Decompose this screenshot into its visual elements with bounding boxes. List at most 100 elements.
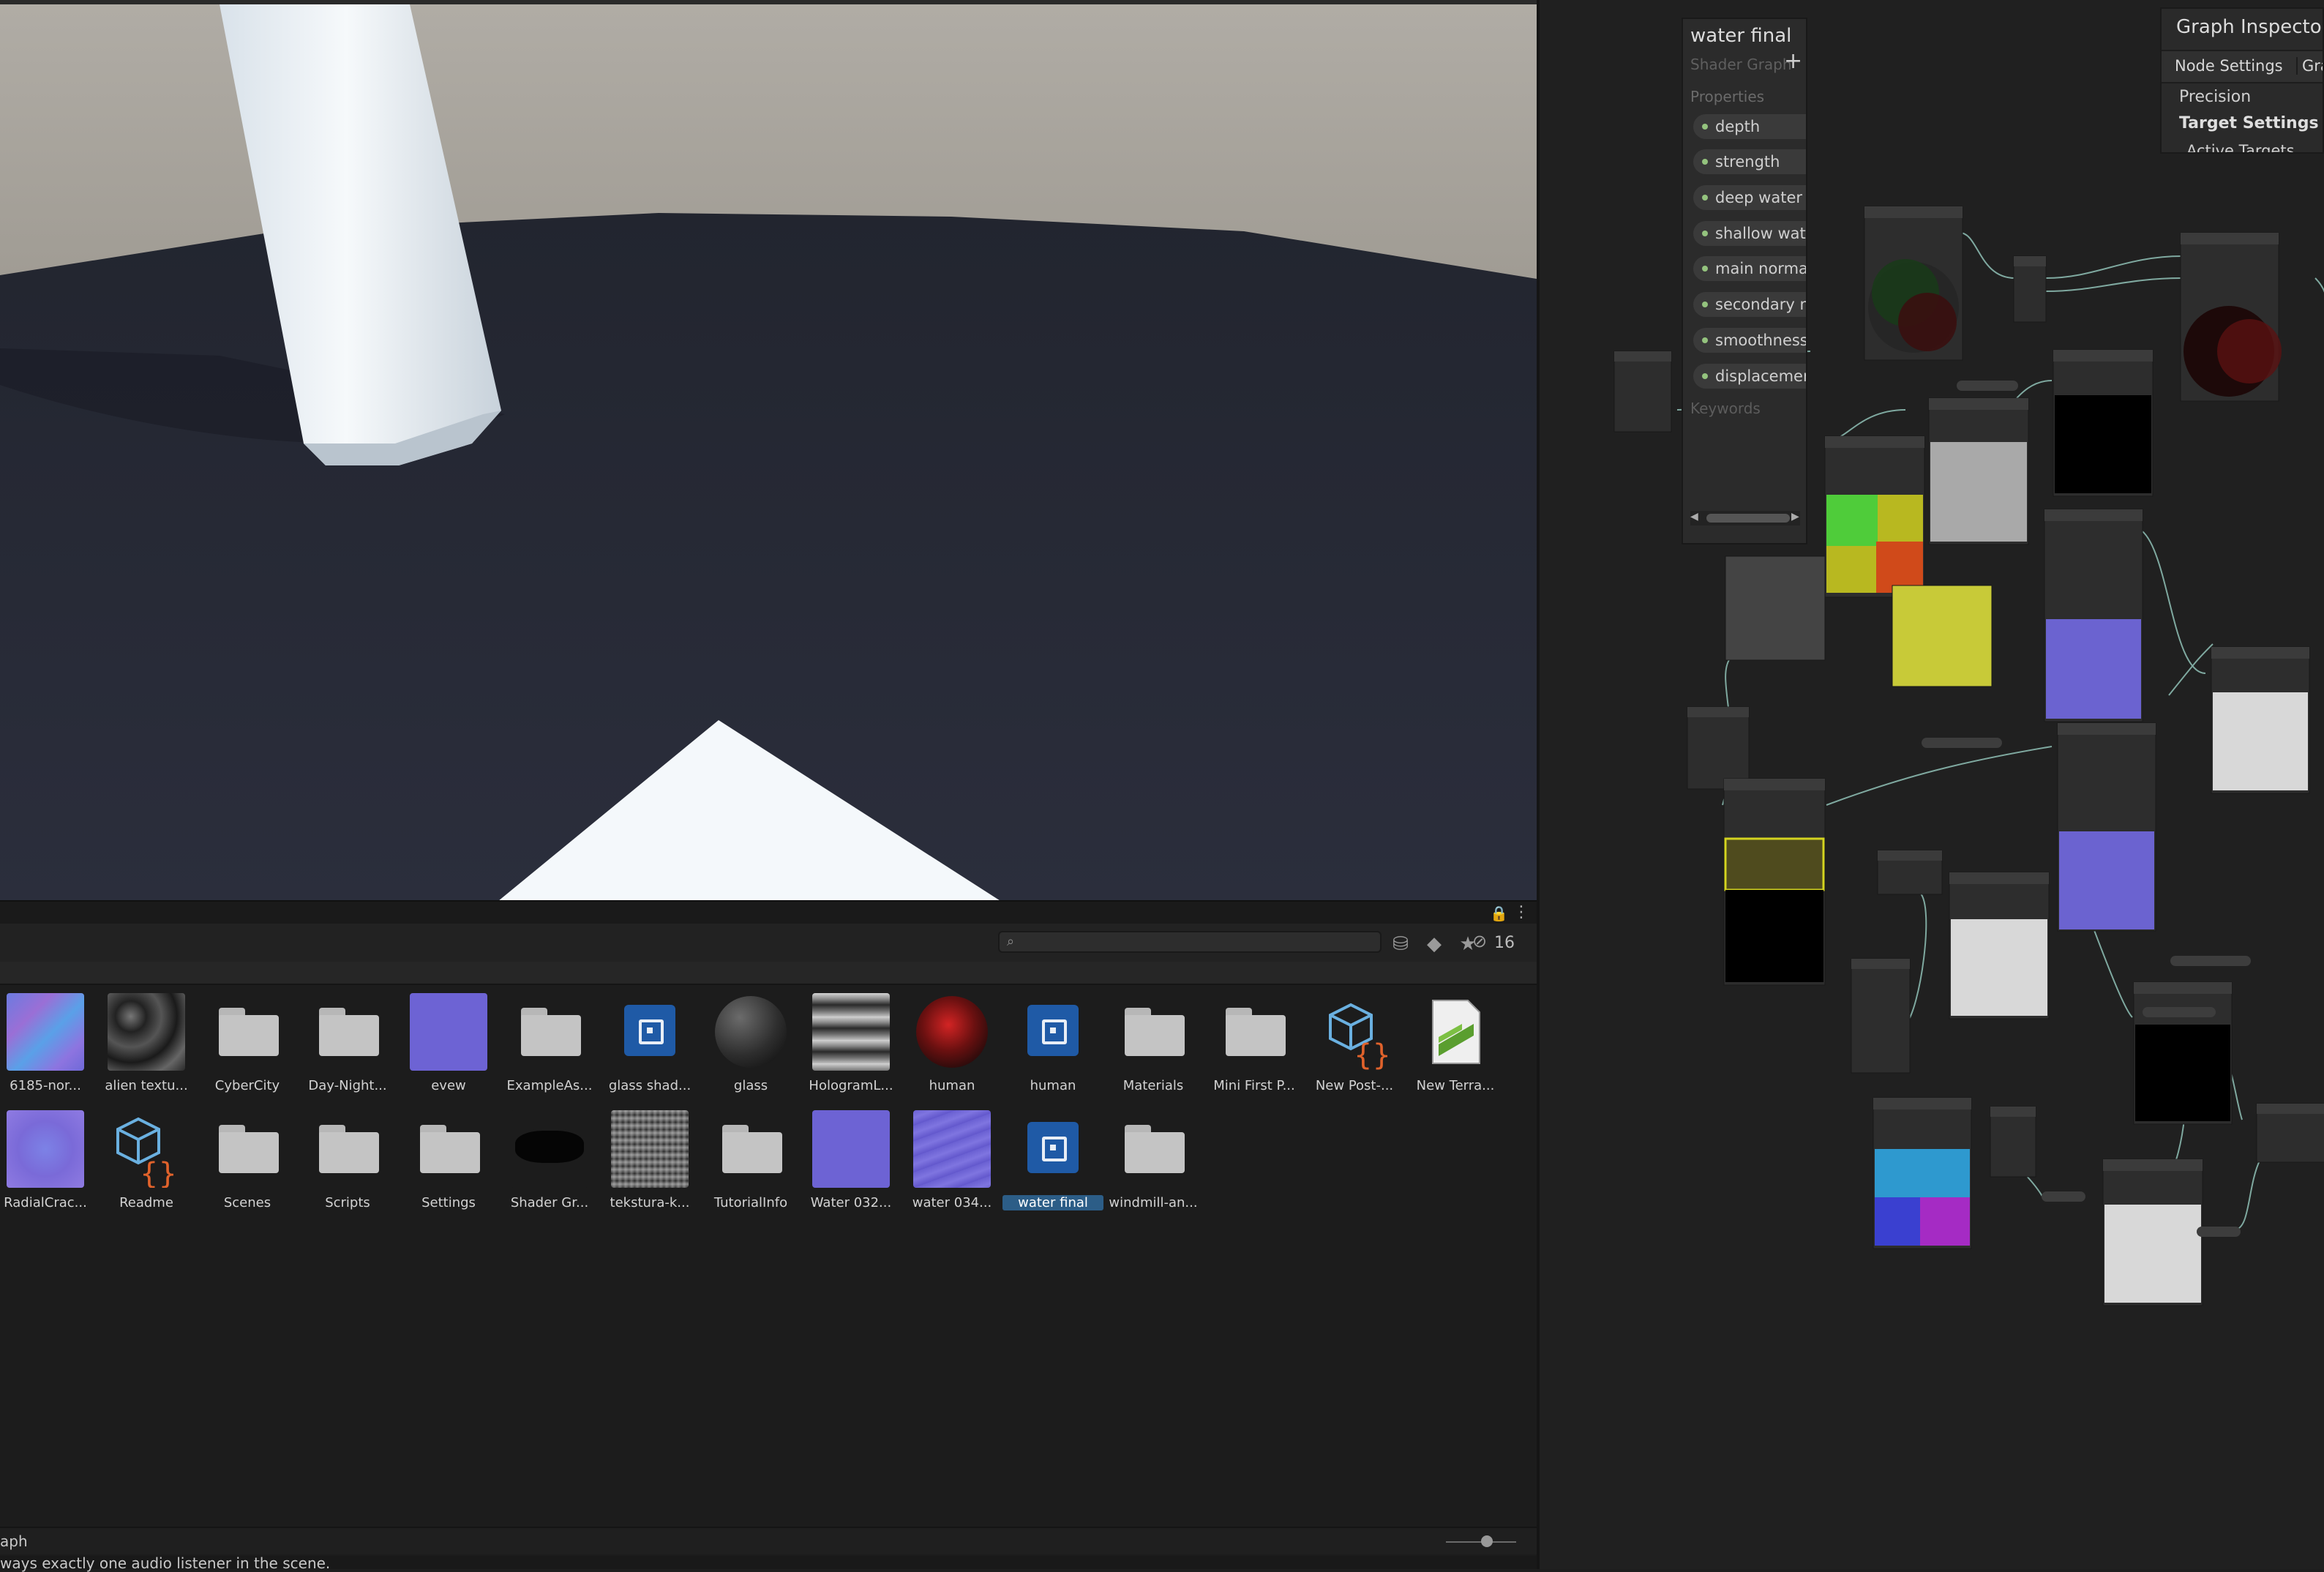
property-shallow-water-color[interactable]: shallow wate [1693,221,1806,246]
property-main-normal[interactable]: main normal [1693,256,1806,281]
asset-item[interactable]: Water 032... [801,1110,902,1220]
asset-item[interactable]: Scripts [297,1110,398,1220]
split-node[interactable] [1990,1106,2036,1178]
search-input[interactable]: ⌕ [998,931,1382,953]
folder-icon [309,993,386,1071]
add-node[interactable] [2211,646,2310,794]
terrain-layer-icon [1417,993,1494,1071]
asset-label: Day-Night... [308,1078,387,1093]
time-node[interactable] [1687,706,1750,790]
scene-view[interactable] [0,0,1537,900]
sample-texture-2d-node[interactable] [2044,509,2143,722]
hidden-packages-icon[interactable]: ⊘ [1472,931,1487,951]
icon-size-slider-handle[interactable] [1481,1535,1493,1547]
properties-header: Properties [1690,88,1765,105]
asset-item[interactable]: evew [398,993,499,1103]
asset-item[interactable]: ExampleAs... [499,993,600,1103]
gray-preview-node[interactable] [1725,555,1826,661]
add-node[interactable] [2102,1159,2203,1306]
graph-nodes[interactable] [1540,0,2324,1569]
tab-label[interactable]: aph [0,1532,28,1550]
multiply-node[interactable] [1949,872,2050,1019]
split-node[interactable] [2013,255,2047,323]
texture-stripes-icon [812,993,890,1071]
screen-position-node[interactable] [1873,1097,1972,1249]
scroll-right-icon[interactable]: ▶ [1791,511,1799,523]
scene-depth-node[interactable] [1877,850,1943,895]
gradient-noise-node[interactable] [1928,397,2029,545]
scene-render[interactable] [0,4,1537,900]
texture-noise-icon [611,1110,689,1188]
folder-icon [1114,993,1192,1071]
asset-item[interactable]: human [1002,993,1103,1103]
asset-item[interactable]: human [902,993,1002,1103]
asset-label: glass [733,1078,768,1093]
edge [2045,277,2183,292]
tiling-offset-node[interactable] [1723,778,1826,986]
tiling-offset-node[interactable] [1824,435,1925,598]
tab-node-settings[interactable]: Node Settings [2175,57,2283,75]
property-displacement[interactable]: displacemen [1693,364,1807,389]
position-node[interactable] [1864,206,1963,361]
preview-node[interactable] [1892,585,1993,687]
asset-item[interactable]: Mini First P... [1204,993,1305,1103]
svg-text:{}: {} [140,1157,177,1188]
asset-item[interactable]: RadialCrac... [0,1110,96,1220]
asset-label: Settings [421,1195,476,1210]
asset-item[interactable]: CyberCity [197,993,298,1103]
subtract-node[interactable] [2133,981,2233,1125]
status-bar: aph [0,1527,1537,1554]
asset-item[interactable]: Settings [398,1110,499,1220]
filter-by-type-icon[interactable]: ⛁ [1387,931,1414,957]
horizontal-scrollbar[interactable]: ◀ ▶ [1690,511,1800,525]
blackboard-panel[interactable]: water final Shader Graph + Properties de… [1682,18,1807,544]
folder-icon [1215,993,1293,1071]
graph-subtitle: Shader Graph [1690,56,1792,73]
asset-item[interactable]: Day-Night... [297,993,398,1103]
asset-item[interactable]: HologramL... [801,993,902,1103]
property-strength[interactable]: strength [1693,149,1806,174]
hidden-packages-count: 16 [1494,934,1515,952]
edge [1832,409,1906,440]
asset-item[interactable]: New Terra... [1405,993,1506,1103]
asset-item[interactable]: Scenes [197,1110,298,1220]
asset-item[interactable]: {} New Post-... [1304,993,1405,1103]
asset-item[interactable]: glass shad... [599,993,700,1103]
asset-item[interactable]: windmill-an... [1103,1110,1204,1220]
scroll-left-icon[interactable]: ◀ [1690,511,1698,523]
scrollbar-thumb[interactable] [1706,514,1790,523]
asset-label: tekstura-k... [610,1195,690,1210]
shader-graph-canvas[interactable] [1537,0,2324,1569]
lock-icon[interactable]: 🔒 [1490,905,1508,922]
property-smoothness[interactable]: smoothness [1693,328,1806,353]
more-options-icon[interactable]: ⋮ [1513,903,1529,921]
asset-item[interactable]: tekstura-k... [599,1110,700,1220]
filter-by-label-icon[interactable]: ◆ [1421,931,1447,957]
property-label: displacemen [1715,367,1807,385]
asset-item[interactable]: Shader Gr... [499,1110,600,1220]
combine-node[interactable] [2180,232,2282,402]
sample-texture-2d-node[interactable] [2057,722,2156,932]
property-label: depth [1715,118,1761,135]
property-secondary-normal[interactable]: secondary no [1693,292,1806,317]
asset-item[interactable]: water 034... [902,1110,1002,1220]
property-depth[interactable]: depth [1693,114,1806,139]
asset-item[interactable]: TutorialInfo [700,1110,801,1220]
asset-item[interactable]: {} Readme [96,1110,197,1220]
multiply-node[interactable] [2256,1103,2324,1163]
graph-inspector-panel[interactable]: Graph Inspector Node Settings Gra Precis… [2160,7,2324,154]
add-property-button[interactable]: + [1784,48,1802,74]
target-settings-header[interactable]: Target Settings [2179,114,2319,132]
asset-label: Scripts [325,1195,370,1210]
asset-item[interactable]: water final [1002,1110,1103,1220]
multiply-node[interactable] [2053,349,2154,497]
asset-item[interactable]: Materials [1103,993,1204,1103]
asset-item[interactable]: glass [700,993,801,1103]
asset-item[interactable]: alien textu... [96,993,197,1103]
asset-item[interactable]: 6185-nor... [0,993,96,1103]
console-message[interactable]: ways exactly one audio listener in the s… [0,1554,330,1572]
time-node[interactable] [1613,351,1672,433]
camera-node[interactable] [1851,958,1911,1074]
property-deep-water-color[interactable]: deep water c [1693,185,1806,210]
tab-graph-settings[interactable]: Gra [2296,57,2323,75]
